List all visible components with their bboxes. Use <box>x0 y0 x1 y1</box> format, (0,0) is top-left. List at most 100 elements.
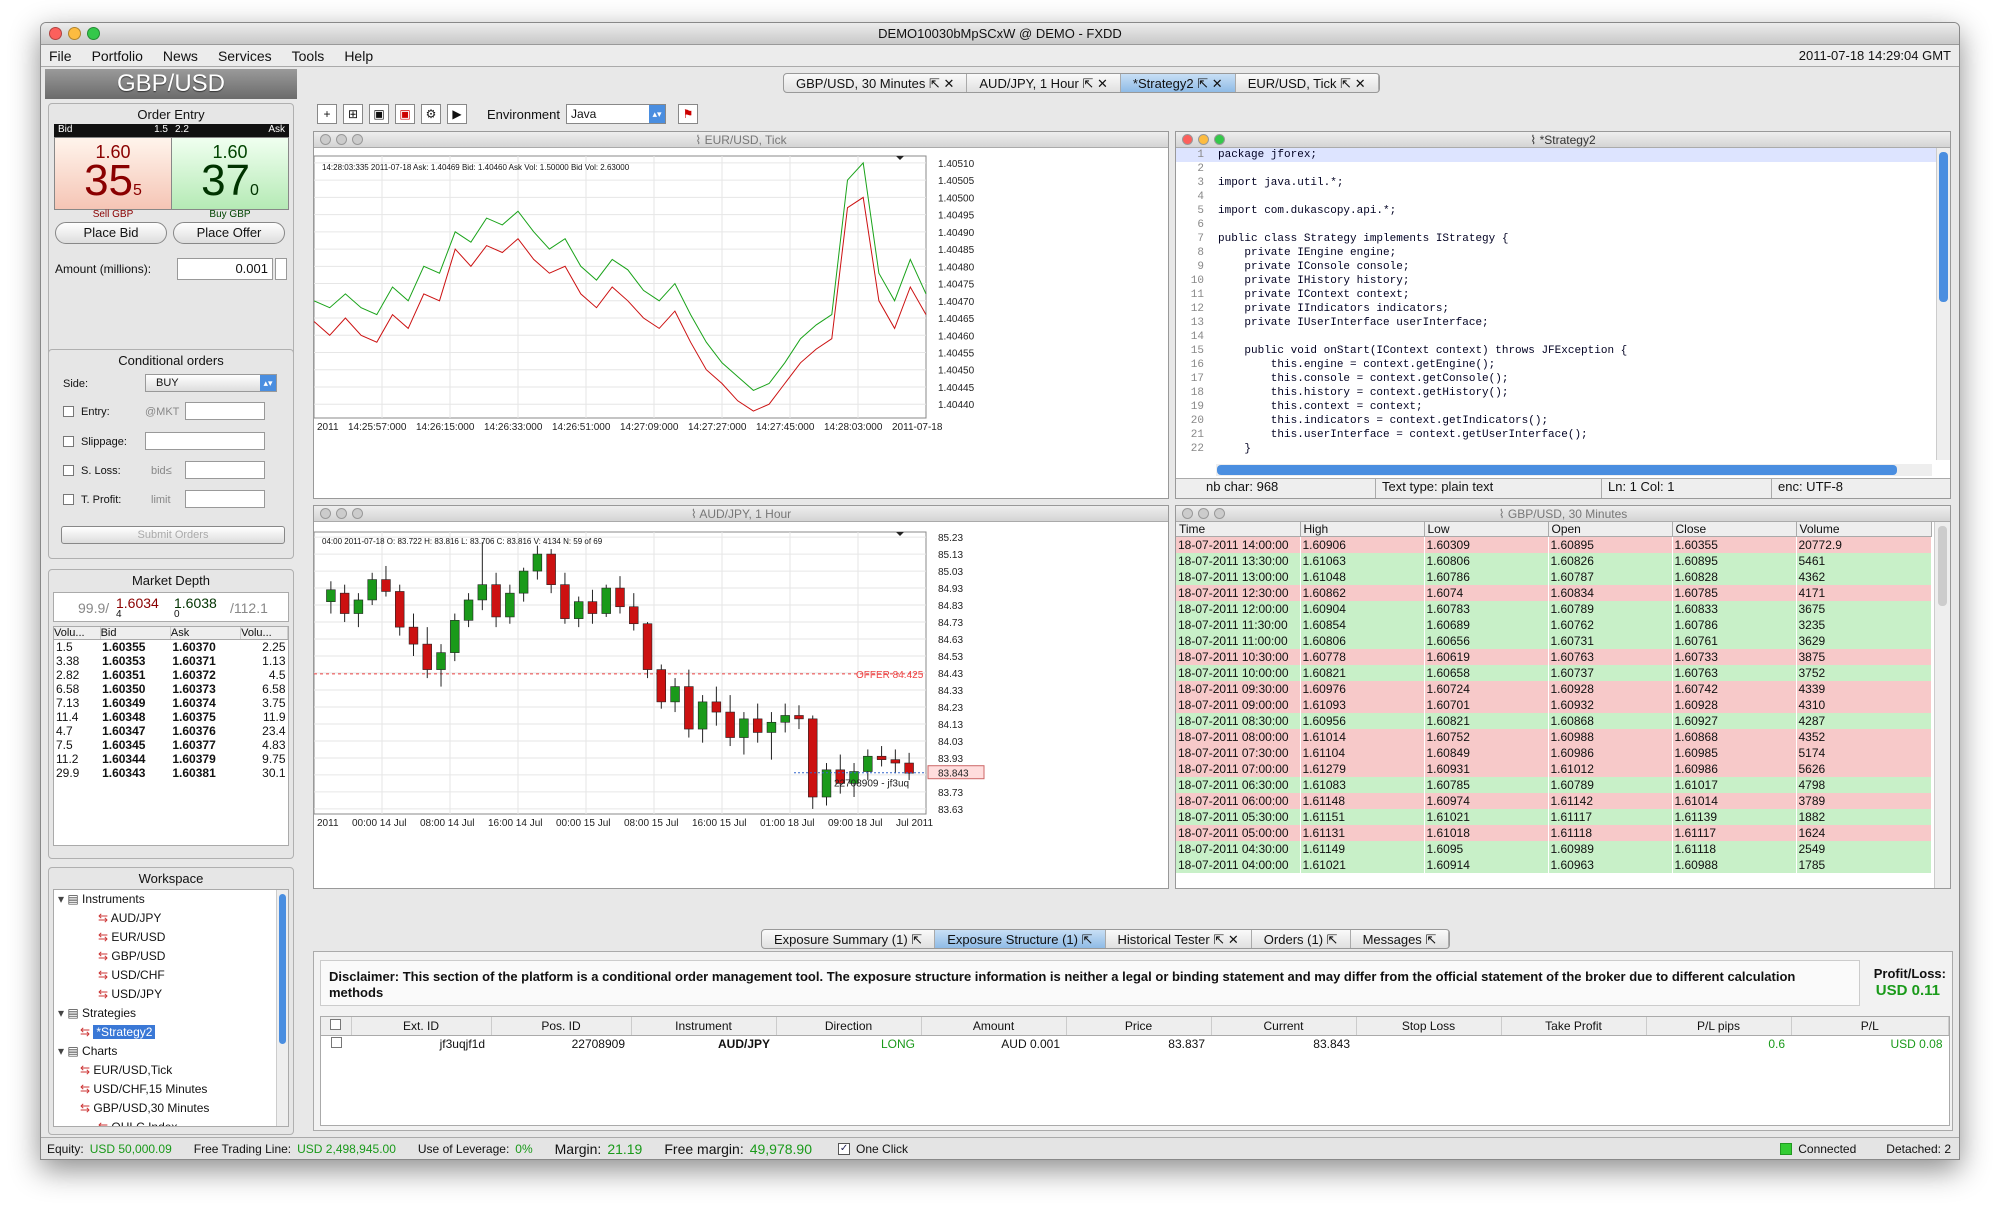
workspace-tree-item[interactable]: ⇆ AUD/JPY <box>58 909 288 928</box>
workspace-tree-item[interactable]: ⇆ USD/JPY <box>58 985 288 1004</box>
take-profit-input[interactable] <box>185 490 265 508</box>
workspace-tree-item[interactable]: ▾ ▤ Charts <box>58 1042 288 1061</box>
bid-quote[interactable]: Bid 1.5 1.60 355 Sell GBP <box>54 124 172 220</box>
depth-row[interactable]: 4.7 1.60347 1.60376 23.4 <box>54 724 288 738</box>
col-close[interactable]: Close <box>1672 522 1797 537</box>
ohlc-row[interactable]: 18-07-2011 09:00:00 1.61093 1.60701 1.60932… <box>1176 696 1932 713</box>
close-icon[interactable]: ✕ <box>943 76 954 91</box>
row-checkbox[interactable] <box>330 1037 342 1049</box>
col-select[interactable] <box>321 1017 352 1036</box>
col-volume[interactable]: Volume <box>1796 522 1932 537</box>
col-price[interactable]: Price <box>1066 1017 1212 1036</box>
settings-icon[interactable]: ⚑ <box>677 104 698 124</box>
editor-hscrollbar[interactable] <box>1216 464 1932 476</box>
col-pos-id[interactable]: Pos. ID <box>491 1017 632 1036</box>
menu-tools[interactable]: Tools <box>292 48 325 64</box>
depth-row[interactable]: 11.2 1.60344 1.60379 9.75 <box>54 752 288 766</box>
depth-row[interactable]: 2.82 1.60351 1.60372 4.5 <box>54 668 288 682</box>
workspace-scrollbar[interactable] <box>276 890 288 1126</box>
ask-quote[interactable]: 2.2 Ask 1.60 370 Buy GBP <box>171 124 289 220</box>
ohlc-row[interactable]: 18-07-2011 12:30:00 1.60862 1.6074 1.60834 1… <box>1176 584 1932 601</box>
ohlc-row[interactable]: 18-07-2011 07:00:00 1.61279 1.60931 1.61012… <box>1176 760 1932 777</box>
entry-checkbox[interactable] <box>63 406 74 417</box>
tab-audjpy-1hour[interactable]: AUD/JPY, 1 Hour ⇱ ✕ <box>967 74 1121 92</box>
panel-minimize-button[interactable] <box>1198 508 1209 519</box>
ohlc-row[interactable]: 18-07-2011 10:30:00 1.60778 1.60619 1.60763… <box>1176 648 1932 665</box>
menu-news[interactable]: News <box>163 48 198 64</box>
depth-row[interactable]: 6.58 1.60350 1.60373 6.58 <box>54 682 288 696</box>
detach-icon[interactable]: ⇱ <box>1082 932 1093 947</box>
place-offer-button[interactable]: Place Offer <box>173 222 285 244</box>
tab-orders[interactable]: Orders (1) ⇱ <box>1252 930 1351 948</box>
workspace-tree-item[interactable]: ⇆ USD/CHF,15 Minutes <box>58 1080 288 1099</box>
minimize-window-button[interactable] <box>68 27 81 40</box>
col-ext-id[interactable]: Ext. ID <box>351 1017 492 1036</box>
amount-input[interactable]: 0.001 <box>177 258 273 280</box>
col-pl-pips[interactable]: P/L pips <box>1646 1017 1792 1036</box>
depth-row[interactable]: 11.4 1.60348 1.60375 11.9 <box>54 710 288 724</box>
tab-exposure-summary[interactable]: Exposure Summary (1) ⇱ <box>762 930 936 948</box>
menu-file[interactable]: File <box>49 48 72 64</box>
tab-strategy2[interactable]: *Strategy2 ⇱ ✕ <box>1120 74 1236 92</box>
depth-row[interactable]: 7.13 1.60349 1.60374 3.75 <box>54 696 288 710</box>
workspace-tree-item[interactable]: ⇆ GBP/USD,30 Minutes <box>58 1099 288 1118</box>
code-editor[interactable]: 1 package jforex; 2 3 import java.util.*; 4 5 i… <box>1176 148 1950 460</box>
ohlc-row[interactable]: 18-07-2011 14:00:00 1.60906 1.60309 1.60895… <box>1176 536 1932 553</box>
workspace-tree-item[interactable]: ⇆ *Strategy2 <box>58 1023 288 1042</box>
depth-col-vol-ask[interactable]: Volu... <box>240 627 288 640</box>
ohlc-scrollbar[interactable] <box>1934 522 1950 888</box>
entry-input[interactable] <box>185 402 265 420</box>
detach-icon[interactable]: ⇱ <box>929 76 940 91</box>
panel-close-button[interactable] <box>320 508 331 519</box>
col-high[interactable]: High <box>1300 522 1425 537</box>
detach-icon[interactable]: ⇱ <box>1425 932 1436 947</box>
col-time[interactable]: Time <box>1176 522 1301 537</box>
workspace-tree-item[interactable]: ⇆ OHLC Index <box>58 1118 288 1126</box>
panel-minimize-button[interactable] <box>336 134 347 145</box>
ohlc-row[interactable]: 18-07-2011 13:00:00 1.61048 1.60786 1.60787… <box>1176 568 1932 585</box>
close-icon[interactable]: ✕ <box>1355 76 1366 91</box>
ohlc-row[interactable]: 18-07-2011 04:00:00 1.61021 1.60914 1.60963… <box>1176 856 1932 873</box>
workspace-tree-item[interactable]: ⇆ EUR/USD,Tick <box>58 1061 288 1080</box>
ohlc-row[interactable]: 18-07-2011 07:30:00 1.61104 1.60849 1.60986… <box>1176 744 1932 761</box>
col-pl[interactable]: P/L <box>1791 1017 1949 1036</box>
menu-portfolio[interactable]: Portfolio <box>92 48 143 64</box>
col-take-profit[interactable]: Take Profit <box>1501 1017 1647 1036</box>
stop-loss-checkbox[interactable] <box>63 465 74 476</box>
open-icon[interactable]: ⊞ <box>343 104 363 124</box>
menu-services[interactable]: Services <box>218 48 272 64</box>
depth-row[interactable]: 7.5 1.60345 1.60377 4.83 <box>54 738 288 752</box>
depth-row[interactable]: 3.38 1.60353 1.60371 1.13 <box>54 654 288 668</box>
tick-chart[interactable]: 1.40510 1.40505 1.40500 1.40495 1.40490 1.404… <box>314 148 1169 499</box>
save-as-icon[interactable]: ▣ <box>395 104 415 124</box>
side-select[interactable]: BUY ▴▾ <box>145 374 277 392</box>
tab-messages[interactable]: Messages ⇱ <box>1351 930 1450 948</box>
depth-row[interactable]: 1.5 1.60355 1.60370 2.25 <box>54 640 288 654</box>
panel-maximize-button[interactable] <box>352 508 363 519</box>
editor-vscrollbar[interactable] <box>1936 148 1950 460</box>
ohlc-row[interactable]: 18-07-2011 11:30:00 1.60854 1.60689 1.60762… <box>1176 616 1932 633</box>
detach-icon[interactable]: ⇱ <box>1327 932 1338 947</box>
tab-eurusd-tick[interactable]: EUR/USD, Tick ⇱ ✕ <box>1236 74 1379 92</box>
close-window-button[interactable] <box>49 27 62 40</box>
take-profit[interactable] <box>1501 1035 1646 1053</box>
submit-orders-button[interactable]: Submit Orders <box>61 526 285 544</box>
depth-row[interactable]: 29.9 1.60343 1.60381 30.1 <box>54 766 288 780</box>
col-low[interactable]: Low <box>1424 522 1549 537</box>
ohlc-row[interactable]: 18-07-2011 05:30:00 1.61151 1.61021 1.61117… <box>1176 808 1932 825</box>
panel-maximize-button[interactable] <box>1214 508 1225 519</box>
col-instrument[interactable]: Instrument <box>631 1017 777 1036</box>
ohlc-row[interactable]: 18-07-2011 06:30:00 1.61083 1.60785 1.60789… <box>1176 776 1932 793</box>
stop-loss-input[interactable] <box>185 461 265 479</box>
save-icon[interactable]: ▣ <box>369 104 389 124</box>
one-click-checkbox[interactable]: ✓ <box>838 1142 851 1155</box>
menu-help[interactable]: Help <box>344 48 373 64</box>
exposure-row[interactable]: jf3uqjf1d 22708909 AUD/JPY LONG AUD 0.00… <box>321 1035 1949 1053</box>
col-open[interactable]: Open <box>1548 522 1673 537</box>
detach-icon[interactable]: ⇱ <box>1082 76 1093 91</box>
close-icon[interactable]: ✕ <box>1228 932 1239 947</box>
slippage-checkbox[interactable] <box>63 436 74 447</box>
environment-select[interactable]: Java ▴▾ <box>565 104 666 124</box>
ohlc-row[interactable]: 18-07-2011 05:00:00 1.61131 1.61018 1.61118… <box>1176 824 1932 841</box>
workspace-tree-item[interactable]: ⇆ EUR/USD <box>58 928 288 947</box>
